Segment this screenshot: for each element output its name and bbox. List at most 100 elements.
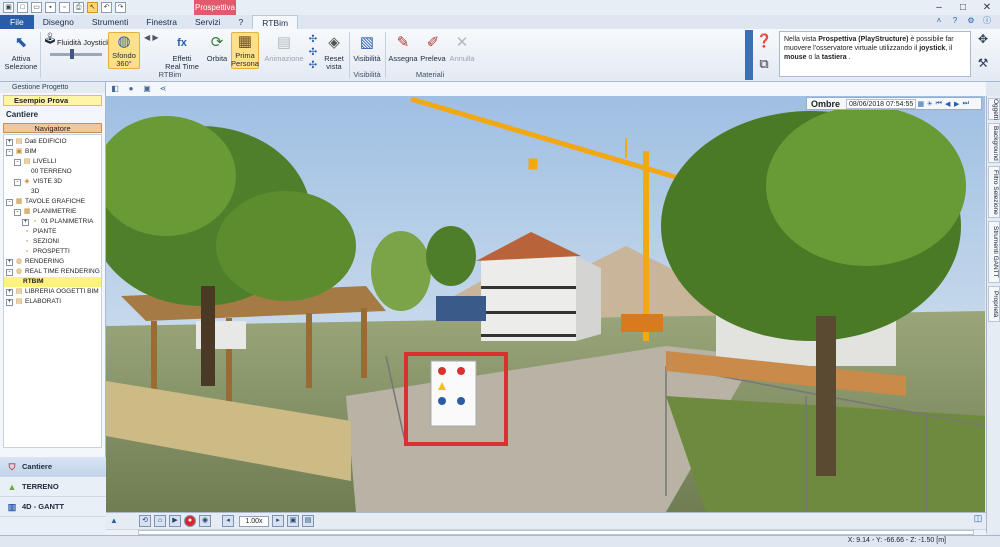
screenshot-icon[interactable]: ◫	[972, 513, 984, 524]
guide-strip[interactable]	[745, 30, 753, 80]
info-icon[interactable]: ⓘ	[982, 16, 992, 26]
redo-icon[interactable]: ↷	[115, 2, 126, 13]
tab-proprieta[interactable]: Proprietà	[988, 286, 1000, 322]
export-video-icon[interactable]: ▤	[302, 515, 314, 527]
expand-toggle-icon[interactable]: +	[6, 298, 13, 306]
expand-toggle-icon[interactable]: +	[6, 138, 13, 146]
expand-toggle-icon[interactable]: -	[6, 198, 13, 206]
tab-oggetti[interactable]: Oggetti	[988, 98, 1000, 120]
view-cube-icon[interactable]: ◧	[110, 84, 120, 94]
tree-item[interactable]: ▫ SEZIONI	[4, 237, 101, 247]
sun-icon[interactable]: ☀	[925, 100, 934, 108]
record-icon[interactable]: ●	[184, 515, 196, 527]
tree-item[interactable]: - ▦ PLANIMETRIE	[4, 207, 101, 217]
assegna-button[interactable]: ✎ Assegna	[388, 33, 417, 63]
expand-toggle-icon[interactable]: +	[6, 288, 13, 296]
tree-item[interactable]: RTBIM	[4, 277, 101, 287]
nav-item-gantt[interactable]: ▥ 4D - GANTT	[0, 497, 106, 517]
ribbon-nav-arrows[interactable]: ◀ ▶	[144, 34, 159, 42]
annulla-button[interactable]: ✕ Annulla	[449, 33, 475, 63]
tree-item[interactable]: 00 TERRENO	[4, 167, 101, 177]
help-question-icon[interactable]: ❓	[756, 33, 772, 48]
tree-item[interactable]: + ▫ 01 PLANIMETRIA	[4, 217, 101, 227]
camera-tools[interactable]: ✣ ✣ ✣	[308, 33, 318, 72]
help-icon[interactable]: ?	[950, 16, 960, 26]
first-frame-icon[interactable]: ⏮	[934, 100, 943, 108]
print-icon[interactable]: ⎙	[73, 2, 84, 13]
expand-toggle-icon[interactable]: -	[6, 148, 13, 156]
nav-item-terreno[interactable]: ▲ TERRENO	[0, 477, 106, 497]
fluidita-joystick-slider-thumb[interactable]	[70, 49, 74, 59]
settings-icon[interactable]: ⚙	[966, 16, 976, 26]
copy-icon[interactable]: ⧉	[756, 56, 772, 71]
tab-finestra[interactable]: Finestra	[137, 15, 186, 29]
tree-item[interactable]: - ▦ TAVOLE GRAFICHE	[4, 197, 101, 207]
preleva-button[interactable]: ✐ Preleva	[420, 33, 446, 63]
save-as-icon[interactable]: ▫	[59, 2, 70, 13]
camera-path-icon[interactable]: ⌂	[154, 515, 166, 527]
tab-disegno[interactable]: Disegno	[34, 15, 83, 29]
maximize-icon[interactable]: □	[956, 1, 970, 14]
tab-filtro-selezione[interactable]: Filtro Selezione	[988, 166, 1000, 218]
tab-help[interactable]: ?	[230, 15, 253, 29]
export-image-icon[interactable]: ▣	[287, 515, 299, 527]
visibilita-button[interactable]: ▧ Visibilità	[352, 33, 382, 63]
sfondo-360-button[interactable]: ◍ Sfondo 360°	[108, 32, 140, 69]
expand-toggle-icon[interactable]: -	[6, 268, 13, 276]
navigator-header[interactable]: Navigatore	[3, 123, 102, 133]
effetti-real-time-button[interactable]: fx Effetti Real Time	[164, 33, 200, 71]
prima-persona-button[interactable]: ▦ Prima Persona	[231, 32, 259, 69]
animazione-button[interactable]: ▤ Animazione	[264, 33, 303, 63]
speed-input[interactable]: 1.00x	[239, 515, 269, 527]
share-icon[interactable]: ⋖	[158, 84, 168, 94]
tab-rtbim[interactable]: RTBim	[252, 15, 299, 29]
snapshot-icon[interactable]: ◉	[199, 515, 211, 527]
reset-vista-button[interactable]: ◈ Reset vista	[322, 33, 346, 71]
joystick-side-icon[interactable]: ✥	[975, 31, 991, 47]
tree-item[interactable]: + ▤ LIBRERIA OGGETTI BIM	[4, 287, 101, 297]
tab-file[interactable]: File	[0, 15, 34, 29]
tab-strumenti-gantt[interactable]: Strumenti GANTT	[988, 221, 1000, 283]
last-frame-icon[interactable]: ⏭	[961, 100, 970, 108]
cursor-icon[interactable]: ↖	[87, 2, 98, 13]
shadow-datetime-input[interactable]: 08/06/2018 07:54:55	[846, 98, 917, 109]
tab-strumenti[interactable]: Strumenti	[83, 15, 137, 29]
speed-decrease-icon[interactable]: ◂	[222, 515, 234, 527]
save-icon[interactable]: ▪	[45, 2, 56, 13]
collapse-up-icon[interactable]: ▲	[110, 516, 118, 525]
play-icon[interactable]: ▶	[952, 100, 961, 108]
tree-item[interactable]: ▫ PROSPETTI	[4, 247, 101, 257]
tree-item[interactable]: + ◍ RENDERING	[4, 257, 101, 267]
tree-item[interactable]: + ▤ Dati EDIFICIO	[4, 137, 101, 147]
tab-background[interactable]: Background	[988, 123, 1000, 163]
wrench-icon[interactable]: ⚒	[975, 55, 991, 71]
new-icon[interactable]: □	[17, 2, 28, 13]
tree-item[interactable]: - ▤ LIVELLI	[4, 157, 101, 167]
loop-icon[interactable]: ⟲	[139, 515, 151, 527]
fluidita-joystick-slider[interactable]	[50, 53, 102, 56]
minimize-icon[interactable]: –	[932, 1, 946, 14]
expand-toggle-icon[interactable]: -	[14, 178, 21, 186]
tree-item[interactable]: 3D	[4, 187, 101, 197]
attiva-selezione-button[interactable]: ⬉ Attiva Selezione	[5, 33, 38, 71]
tab-servizi[interactable]: Servizi	[186, 15, 230, 29]
calendar-icon[interactable]: ▦	[916, 100, 925, 108]
undo-icon[interactable]: ↶	[101, 2, 112, 13]
open-icon[interactable]: ▭	[31, 2, 42, 13]
tree-item[interactable]: ▫ PIANTE	[4, 227, 101, 237]
tree-item[interactable]: + ▤ ELABORATI	[4, 297, 101, 307]
orbita-button[interactable]: ⟳ Orbita	[205, 33, 229, 63]
speed-increase-icon[interactable]: ▸	[272, 515, 284, 527]
tree-item[interactable]: - ◈ VISTE 3D	[4, 177, 101, 187]
close-icon[interactable]: ✕	[980, 1, 994, 14]
render-viewport[interactable]: Ombre 08/06/2018 07:54:55 ▦ ☀ ⏮ ◀ ▶ ⏭	[106, 96, 985, 512]
expand-toggle-icon[interactable]: -	[14, 158, 21, 166]
expand-toggle-icon[interactable]: +	[22, 218, 29, 226]
tree-item[interactable]: - ▣ BIM	[4, 147, 101, 157]
prev-icon[interactable]: ◀	[943, 100, 952, 108]
image-icon[interactable]: ▣	[142, 84, 152, 94]
play-icon[interactable]: ▶	[169, 515, 181, 527]
tree-item[interactable]: - ◍ REAL TIME RENDERING	[4, 267, 101, 277]
ribbon-minimize-icon[interactable]: ˄	[934, 16, 944, 26]
sphere-icon[interactable]: ●	[126, 84, 136, 94]
